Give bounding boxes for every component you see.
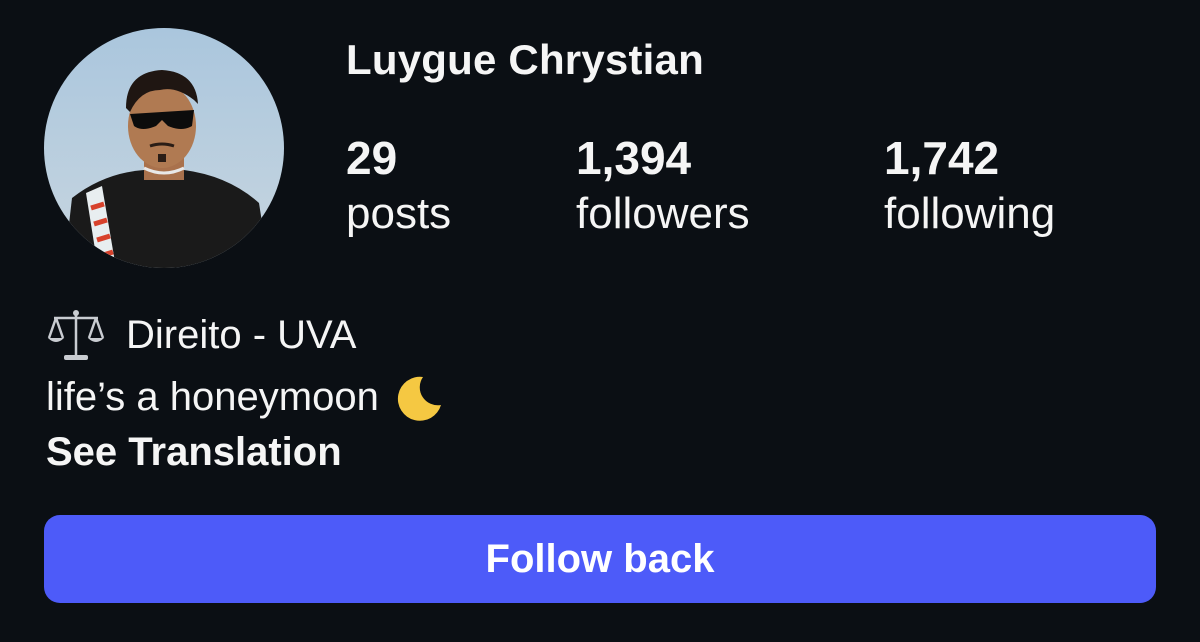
- profile-avatar[interactable]: [44, 28, 284, 268]
- see-translation-link[interactable]: See Translation: [46, 430, 342, 475]
- posts-stat[interactable]: 29 posts: [346, 132, 451, 244]
- bio-text-1: Direito - UVA: [126, 313, 357, 357]
- profile-photo: [44, 28, 284, 268]
- bio-text-2: life’s a honeymoon: [46, 375, 379, 419]
- posts-label: posts: [346, 189, 452, 238]
- followers-stat[interactable]: 1,394 followers: [576, 132, 750, 244]
- followers-count: 1,394: [576, 132, 692, 184]
- balance-scale-icon: [47, 310, 105, 360]
- posts-count: 29: [346, 132, 398, 184]
- follow-back-button[interactable]: Follow back: [44, 515, 1156, 603]
- followers-label: followers: [576, 189, 750, 238]
- profile-username[interactable]: Luygue Chrystian: [346, 36, 704, 84]
- crescent-moon-icon: [397, 376, 441, 421]
- bio-line-1: Direito - UVA: [46, 304, 445, 366]
- profile-bio: Direito - UVA life’s a honeymoon: [46, 304, 445, 428]
- following-stat[interactable]: 1,742 following: [884, 132, 1055, 244]
- following-count: 1,742: [884, 132, 1000, 184]
- bio-line-2: life’s a honeymoon: [46, 366, 445, 428]
- following-label: following: [884, 189, 1056, 238]
